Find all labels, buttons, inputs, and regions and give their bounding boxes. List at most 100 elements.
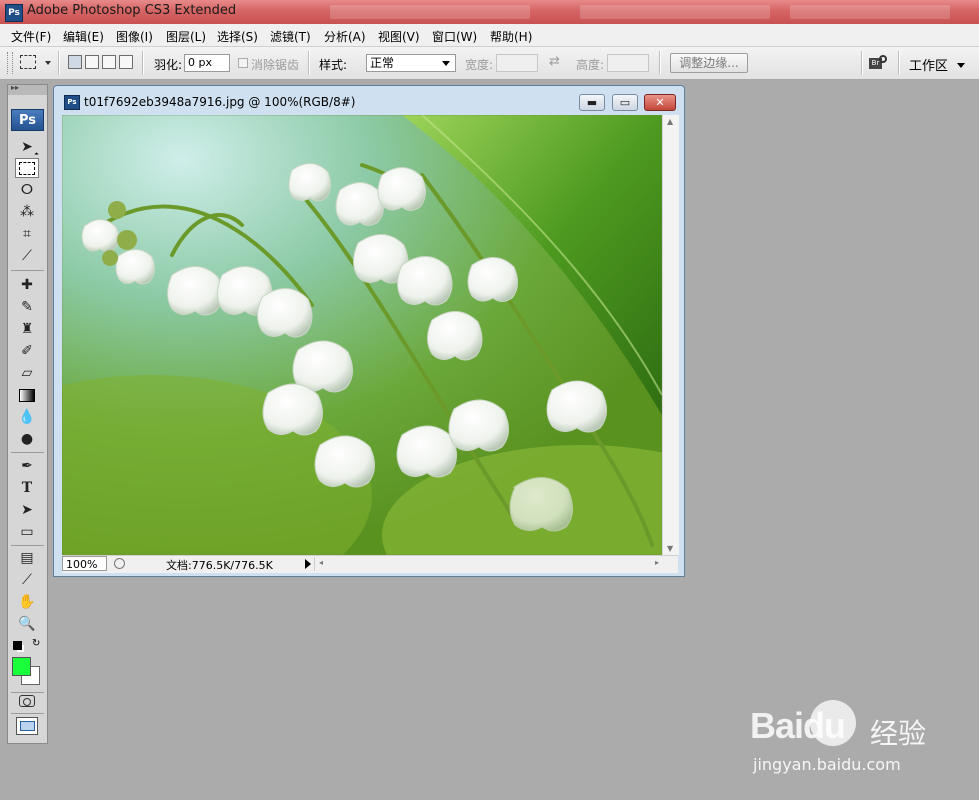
- subtract-selection-icon[interactable]: [102, 55, 116, 69]
- bridge-icon[interactable]: Br: [869, 55, 889, 71]
- move-tool-icon[interactable]: ➤: [15, 137, 39, 157]
- image-canvas[interactable]: [62, 115, 662, 555]
- hand-tool-icon[interactable]: ✋: [15, 592, 39, 612]
- rectangle-tool-icon[interactable]: ▭: [15, 522, 39, 542]
- blur-tool-icon[interactable]: 💧: [15, 407, 39, 427]
- zoom-tool-icon[interactable]: 🔍: [15, 614, 39, 634]
- bridge-lens-icon: [879, 55, 887, 63]
- eraser-tool-icon[interactable]: ▱: [15, 363, 39, 383]
- options-grip[interactable]: [7, 52, 13, 74]
- options-bar: 羽化: 0 px 消除锯齿 样式: 正常 宽度: ⇄ 高度: 调整边缘... B…: [0, 47, 979, 80]
- feather-label: 羽化:: [154, 58, 183, 72]
- pen-tool-icon[interactable]: ✒: [15, 456, 39, 476]
- toolbox-divider: [11, 713, 44, 714]
- document-window[interactable]: Ps t01f7692eb3948a7916.jpg @ 100%(RGB/8#…: [53, 85, 685, 577]
- close-button[interactable]: ✕: [644, 94, 676, 111]
- magic-wand-tool-icon[interactable]: ⁂: [15, 202, 39, 222]
- menu-window[interactable]: 窗口(W): [432, 28, 477, 45]
- healing-brush-tool-icon[interactable]: ✚: [15, 275, 39, 295]
- swap-dimensions-icon[interactable]: ⇄: [549, 54, 560, 69]
- toolbox-divider: [11, 452, 44, 453]
- menu-edit[interactable]: 编辑(E): [63, 28, 104, 45]
- status-info-icon[interactable]: [114, 558, 125, 569]
- menu-layer[interactable]: 图层(L): [166, 28, 206, 45]
- horizontal-scrollbar[interactable]: ◂ ▸: [314, 557, 663, 571]
- separator: [659, 51, 661, 75]
- menu-select[interactable]: 选择(S): [217, 28, 258, 45]
- style-select-value: 正常: [370, 56, 395, 70]
- photoshop-app-icon: Ps: [5, 4, 23, 22]
- menu-file[interactable]: 文件(F): [11, 28, 51, 45]
- scroll-up-icon[interactable]: ▲: [667, 117, 673, 126]
- gradient-tool-icon[interactable]: [15, 385, 39, 405]
- title-bar: Ps Adobe Photoshop CS3 Extended: [0, 0, 979, 24]
- lily-of-the-valley-photo: [62, 115, 662, 555]
- foreground-color-swatch[interactable]: [12, 657, 31, 676]
- history-brush-tool-icon[interactable]: ✐: [15, 341, 39, 361]
- chevron-down-icon: [957, 63, 966, 68]
- swap-colors-icon[interactable]: ↻: [32, 638, 40, 649]
- refine-edge-button[interactable]: 调整边缘...: [670, 53, 748, 73]
- rect-marquee-preset-icon[interactable]: [20, 55, 36, 69]
- document-size-info: 文档:776.5K/776.5K: [166, 559, 273, 572]
- baidu-jingyan-watermark: Baidu 经验 jingyan.baidu.com: [750, 695, 970, 785]
- quick-mask-icon[interactable]: [19, 695, 35, 707]
- scroll-left-icon[interactable]: ◂: [319, 558, 323, 567]
- watermark-url: jingyan.baidu.com: [753, 755, 901, 774]
- toolbox-grip[interactable]: ▸▸: [8, 83, 47, 95]
- collapse-icon[interactable]: ▸▸: [11, 83, 19, 92]
- eyedropper-tool-icon[interactable]: ⟋: [15, 570, 39, 590]
- minimize-button[interactable]: ▬: [579, 94, 605, 111]
- menu-image[interactable]: 图像(I): [116, 28, 153, 45]
- preset-dropdown-icon[interactable]: [45, 61, 51, 65]
- new-selection-icon[interactable]: [68, 55, 82, 69]
- separator: [58, 51, 60, 75]
- type-tool-icon[interactable]: T: [15, 478, 39, 498]
- maximize-button[interactable]: ▭: [612, 94, 638, 111]
- separator: [898, 51, 900, 75]
- toolbox-divider: [11, 692, 44, 693]
- style-select[interactable]: 正常: [366, 54, 456, 72]
- intersect-selection-icon[interactable]: [119, 55, 133, 69]
- antialias-checkbox[interactable]: [238, 58, 248, 68]
- slice-tool-icon[interactable]: ⟋: [15, 246, 39, 266]
- width-label: 宽度:: [465, 58, 494, 72]
- menu-filter[interactable]: 滤镜(T): [270, 28, 311, 45]
- add-selection-icon[interactable]: [85, 55, 99, 69]
- lasso-tool-icon[interactable]: ⵔ: [15, 180, 39, 200]
- dodge-tool-icon[interactable]: ●: [15, 429, 39, 449]
- clone-stamp-tool-icon[interactable]: ♜: [15, 319, 39, 339]
- marquee-tool-icon[interactable]: [15, 158, 39, 178]
- separator: [861, 51, 863, 75]
- height-input[interactable]: [607, 54, 649, 72]
- width-input[interactable]: [496, 54, 538, 72]
- brush-tool-icon[interactable]: ✎: [15, 297, 39, 317]
- default-colors-icon[interactable]: [13, 641, 22, 650]
- toolbox-divider: [11, 545, 44, 546]
- zoom-field[interactable]: 100%: [62, 556, 107, 571]
- menu-analysis[interactable]: 分析(A): [324, 28, 366, 45]
- notes-tool-icon[interactable]: ▤: [15, 548, 39, 568]
- menu-view[interactable]: 视图(V): [378, 28, 420, 45]
- scroll-right-icon[interactable]: ▸: [655, 558, 659, 567]
- title-ghost-tab: [790, 5, 950, 19]
- status-menu-arrow-icon[interactable]: [305, 559, 311, 569]
- antialias-label: 消除锯齿: [251, 58, 300, 72]
- height-label: 高度:: [576, 58, 605, 72]
- scroll-down-icon[interactable]: ▼: [667, 544, 673, 553]
- menu-help[interactable]: 帮助(H): [490, 28, 532, 45]
- path-selection-tool-icon[interactable]: ➤: [15, 500, 39, 520]
- vertical-scrollbar[interactable]: ▲ ▼: [662, 115, 679, 555]
- feather-input[interactable]: 0 px: [184, 54, 230, 72]
- workspace-menu[interactable]: 工作区: [909, 55, 966, 74]
- workspace-label: 工作区: [909, 59, 949, 74]
- screen-mode-icon[interactable]: [16, 717, 38, 735]
- watermark-brand-cn: 经验: [870, 717, 927, 750]
- title-ghost-tab: [580, 5, 770, 19]
- toolbox-divider: [11, 270, 44, 271]
- ps-logo[interactable]: Ps: [11, 109, 44, 131]
- toolbox: ▸▸ Ps ➤ ⵔ ⁂ ⌗ ⟋ ✚ ✎ ♜ ✐ ▱ 💧 ● ✒ T ➤ ▭ ▤ …: [7, 83, 48, 744]
- style-label: 样式:: [319, 58, 348, 72]
- crop-tool-icon[interactable]: ⌗: [15, 224, 39, 244]
- chevron-down-icon: [442, 61, 450, 66]
